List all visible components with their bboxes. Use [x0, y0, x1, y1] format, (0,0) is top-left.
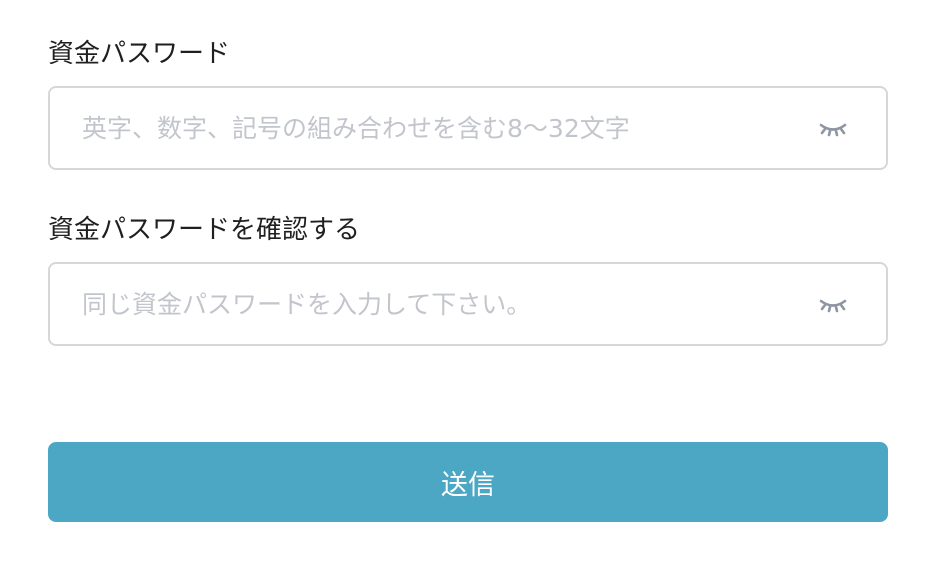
eye-closed-icon[interactable] [818, 117, 848, 139]
submit-button[interactable]: 送信 [48, 442, 888, 522]
fund-password-input[interactable] [82, 88, 802, 168]
fund-password-field [48, 86, 888, 170]
fund-password-label: 資金パスワード [48, 39, 231, 69]
confirm-fund-password-label: 資金パスワードを確認する [48, 215, 361, 245]
eye-closed-icon[interactable] [818, 293, 848, 315]
confirm-fund-password-field [48, 262, 888, 346]
confirm-fund-password-input[interactable] [82, 264, 802, 344]
